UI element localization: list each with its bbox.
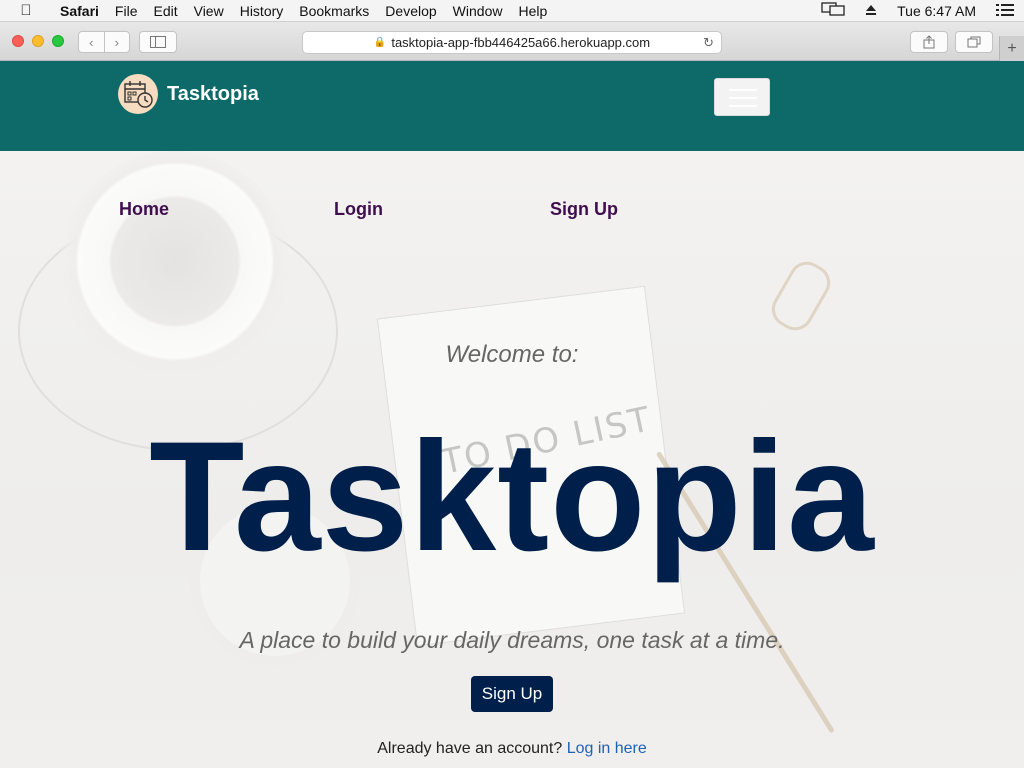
menu-app-safari[interactable]: Safari bbox=[52, 0, 107, 22]
apple-menu-icon[interactable]:  bbox=[0, 2, 52, 19]
sidebar-toggle-button[interactable] bbox=[139, 31, 177, 53]
welcome-text: Welcome to: bbox=[445, 341, 579, 368]
back-icon[interactable]: ‹ bbox=[79, 35, 104, 50]
tabs-icon bbox=[967, 36, 981, 48]
login-prompt-text: Already have an account? bbox=[377, 740, 563, 757]
reload-icon[interactable]: ↻ bbox=[703, 35, 714, 51]
maximize-window-button[interactable] bbox=[52, 35, 64, 47]
url-text: tasktopia-app-fbb446425a66.herokuapp.com bbox=[391, 35, 651, 50]
login-here-link[interactable]: Log in here bbox=[567, 740, 647, 757]
site-header: Tasktopia bbox=[0, 61, 1024, 151]
address-bar[interactable]: 🔒 tasktopia-app-fbb446425a66.herokuapp.c… bbox=[302, 31, 722, 54]
menu-view[interactable]: View bbox=[186, 0, 232, 22]
nav-signup-link[interactable]: Sign Up bbox=[550, 199, 618, 220]
menu-develop[interactable]: Develop bbox=[377, 0, 444, 22]
share-icon bbox=[923, 35, 935, 49]
list-icon[interactable] bbox=[986, 0, 1024, 22]
calendar-clock-logo-icon bbox=[118, 74, 158, 114]
forward-icon[interactable]: › bbox=[104, 35, 129, 50]
menu-history[interactable]: History bbox=[232, 0, 292, 22]
navbar-toggle-button[interactable] bbox=[714, 78, 770, 116]
minimize-window-button[interactable] bbox=[32, 35, 44, 47]
menu-bar:  Safari File Edit View History Bookmark… bbox=[0, 0, 1024, 22]
menu-bookmarks[interactable]: Bookmarks bbox=[291, 0, 377, 22]
history-nav: ‹ › bbox=[78, 31, 130, 53]
brand[interactable]: Tasktopia bbox=[118, 74, 259, 114]
menu-edit[interactable]: Edit bbox=[145, 0, 185, 22]
sidebar-icon bbox=[150, 36, 166, 48]
menu-window[interactable]: Window bbox=[445, 0, 511, 22]
eject-icon[interactable] bbox=[855, 0, 887, 22]
hero-title: Tasktopia bbox=[149, 410, 875, 584]
show-tabs-button[interactable] bbox=[955, 31, 993, 53]
nav-login-link[interactable]: Login bbox=[334, 199, 383, 220]
share-button[interactable] bbox=[910, 31, 948, 53]
display-icon[interactable] bbox=[811, 0, 855, 22]
menu-file[interactable]: File bbox=[107, 0, 146, 22]
brand-name: Tasktopia bbox=[167, 82, 259, 105]
signup-button[interactable]: Sign Up bbox=[471, 676, 553, 712]
nav-home-link[interactable]: Home bbox=[119, 199, 169, 220]
menu-help[interactable]: Help bbox=[510, 0, 555, 22]
web-page: TO DO LIST Tasktopia Home Login Sign Up … bbox=[0, 61, 1024, 768]
menubar-clock[interactable]: Tue 6:47 AM bbox=[887, 0, 986, 22]
browser-toolbar: ‹ › 🔒 tasktopia-app-fbb446425a66.herokua… bbox=[0, 22, 1024, 61]
login-prompt: Already have an account? Log in here bbox=[0, 740, 1024, 758]
new-tab-button[interactable]: + bbox=[999, 36, 1024, 61]
hero-tagline: A place to build your daily dreams, one … bbox=[239, 627, 785, 653]
lock-icon: 🔒 bbox=[373, 37, 387, 48]
close-window-button[interactable] bbox=[12, 35, 24, 47]
